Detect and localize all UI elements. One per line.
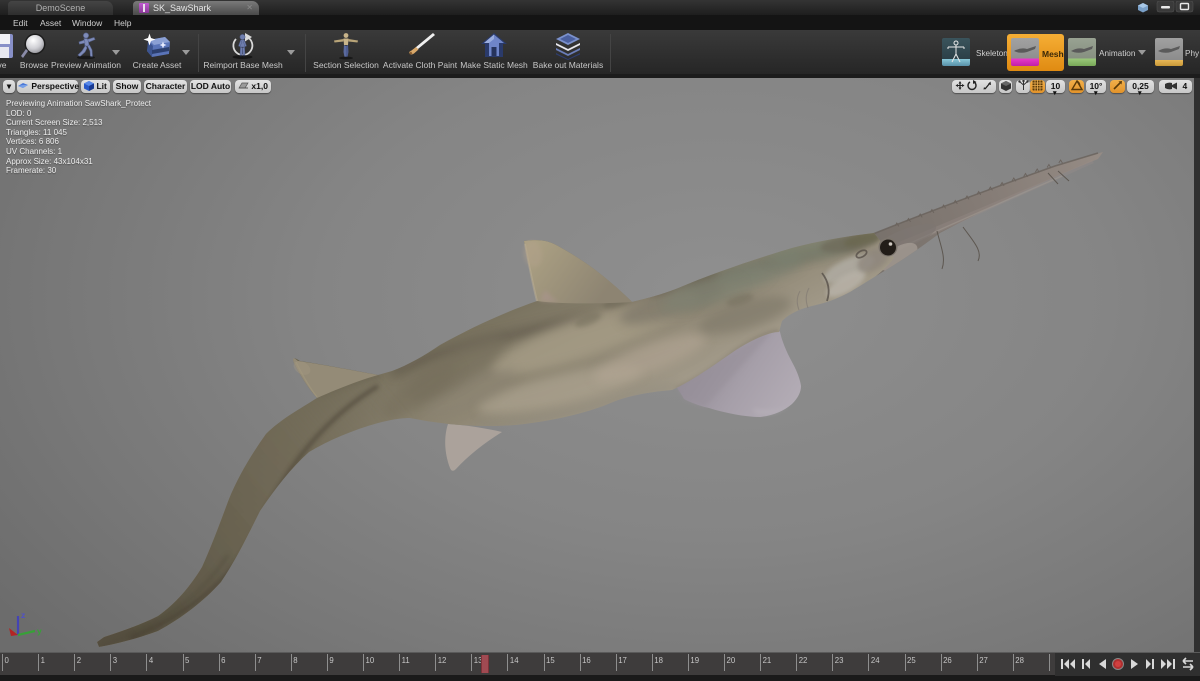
svg-text:y: y — [37, 626, 42, 636]
svg-text:z: z — [21, 610, 25, 620]
